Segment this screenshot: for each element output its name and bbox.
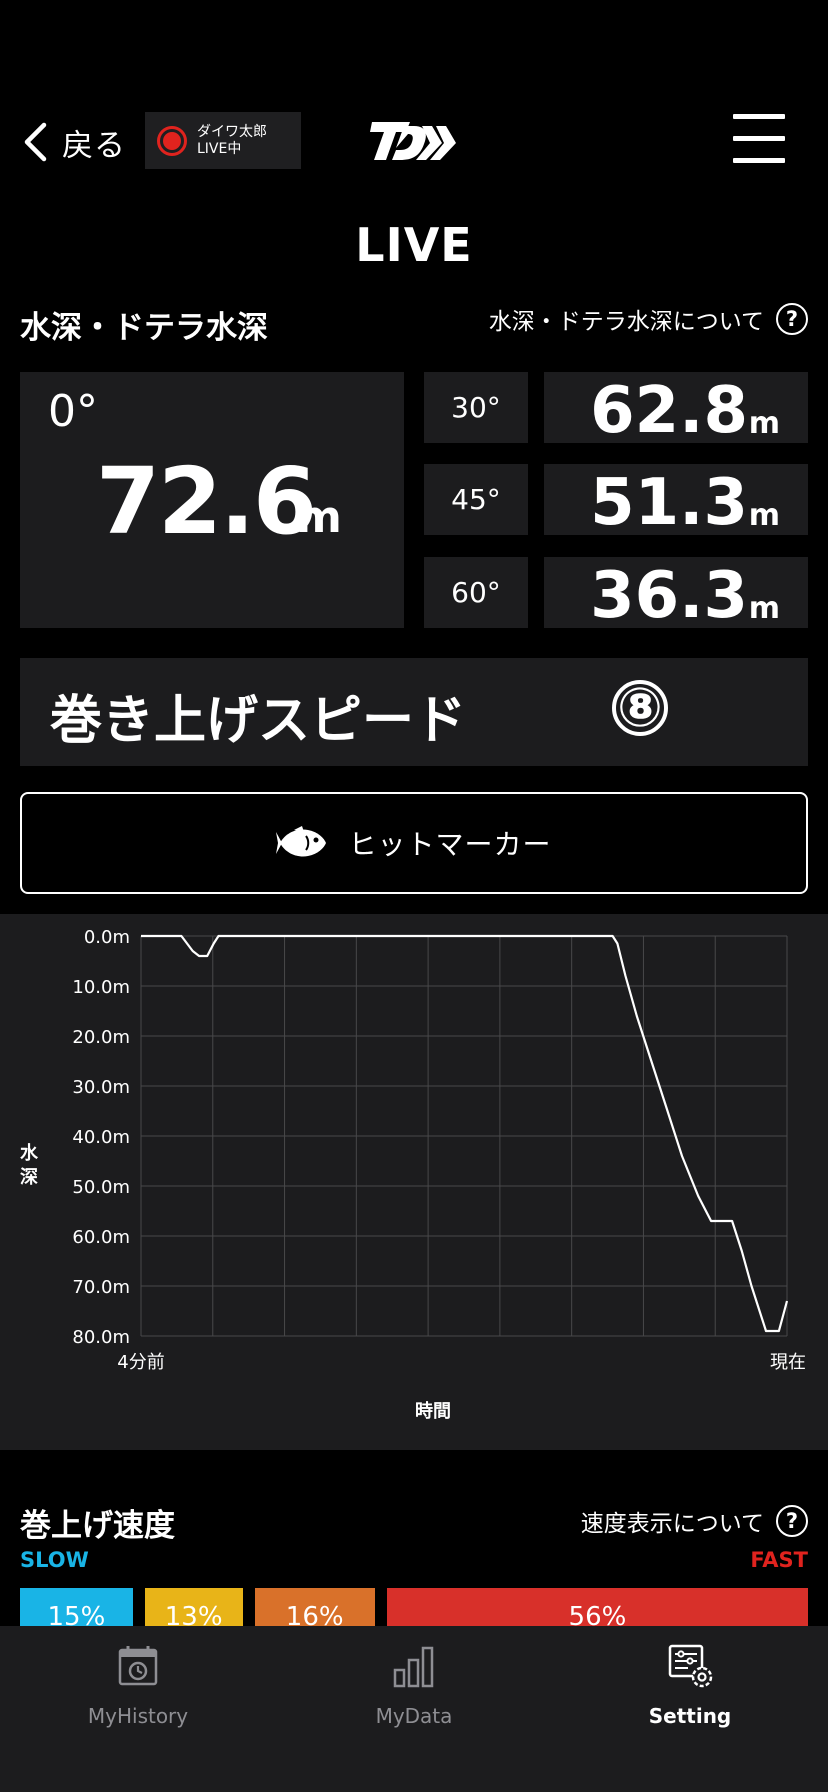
winding-speed-number: ⑧ [617,676,663,739]
winding-speed-label: 巻き上げスピード [50,691,467,751]
main-depth-unit: m [296,492,342,543]
y-tick-label: 50.0m [72,1177,130,1198]
depth-30-panel: 62.8 m [544,372,808,448]
y-tick-label: 80.0m [72,1327,130,1348]
y-tick-label: 10.0m [72,977,130,998]
depth-chart-svg: 0.0m 10.0m 20.0m 30.0m 40.0m 50.0m 60.0m 70.0m 8… [20,927,806,1422]
settings-icon [668,1644,713,1688]
back-button[interactable]: 戻る [22,118,126,166]
depth-info-label: 水深・ドテラ水深について [488,309,764,335]
depth-info-link[interactable]: 水深・ドテラ水深について ? [489,302,808,336]
depth-45-panel: 51.3 m [544,464,808,540]
speed-info-link[interactable]: 速度表示について ? [581,1504,808,1538]
hamburger-menu-button[interactable] [733,114,785,166]
depth-30-unit: m [748,406,780,441]
header-bar: 戻る ダイワ太郎 LIVE中 [0,100,828,184]
live-status: LIVE中 [197,140,242,157]
menu-line [733,136,785,141]
bar-chart-icon [393,1646,434,1688]
depth-section-title: 水深・ドテラ水深 [20,310,268,346]
main-depth-panel: 0° 72.6 m [20,372,404,628]
hit-marker-button[interactable]: ヒットマーカー [20,792,808,894]
hit-marker-label: ヒットマーカー [348,828,552,861]
question-icon: ? [776,1505,808,1537]
y-tick-label: 20.0m [72,1027,130,1048]
depth-60-panel: 36.3 m [544,557,808,633]
y-tick-label: 0.0m [84,927,130,948]
fish-icon [276,826,327,857]
depth-series-line [141,934,789,1333]
reel-speed-title: 巻上げ速度 [20,1508,175,1544]
tab-setting-label: Setting [648,1704,732,1728]
tab-bar: MyHistory MyData Setting [0,1626,828,1792]
recording-icon [157,125,187,156]
speed-info-label: 速度表示について [580,1511,764,1537]
depth-60-value: 36.3 [590,559,748,633]
depth-60-unit: m [748,591,780,626]
history-calendar-icon [118,1646,158,1686]
angle-45-label: 45° [424,464,528,535]
depth-45-unit: m [748,498,780,533]
main-depth-angle: 0° [48,386,98,437]
question-icon: ? [776,303,808,335]
depth-chart: 0.0m 10.0m 20.0m 30.0m 40.0m 50.0m 60.0m 70.0m 8… [0,914,828,1450]
x-tick-label: 4分前 [117,1352,164,1373]
back-label: 戻る [62,127,126,164]
y-tick-label: 30.0m [72,1077,130,1098]
menu-line [733,158,785,163]
y-axis-label: 水深 [20,1142,39,1188]
depth-45-value: 51.3 [590,466,748,540]
live-badge: ダイワ太郎 LIVE中 [145,112,301,169]
tab-mydata-label: MyData [375,1704,453,1728]
tab-mydata[interactable]: MyData [276,1626,552,1756]
live-user-name: ダイワ太郎 [197,123,267,140]
menu-line [733,114,785,119]
tab-myhistory-label: MyHistory [87,1704,189,1728]
y-tick-label: 40.0m [72,1127,130,1148]
depth-30-value: 62.8 [590,374,748,448]
angle-30-label: 30° [424,372,528,443]
page-title: LIVE [355,218,473,272]
y-tick-label: 60.0m [72,1227,130,1248]
x-tick-label: 現在 [770,1352,806,1373]
daiwa-logo [370,122,456,160]
winding-speed-panel: 巻き上げスピード ⑧ [20,658,808,766]
chevron-left-icon [24,122,47,162]
winding-speed-value: ⑧ [612,680,668,736]
slow-label: SLOW [20,1548,89,1572]
fast-label: FAST [750,1548,808,1572]
y-tick-label: 70.0m [72,1277,130,1298]
angle-60-label: 60° [424,557,528,628]
x-axis-label: 時間 [415,1401,451,1422]
main-depth-value: 72.6 [96,448,317,555]
tab-myhistory[interactable]: MyHistory [0,1626,276,1756]
tab-setting[interactable]: Setting [552,1626,828,1756]
